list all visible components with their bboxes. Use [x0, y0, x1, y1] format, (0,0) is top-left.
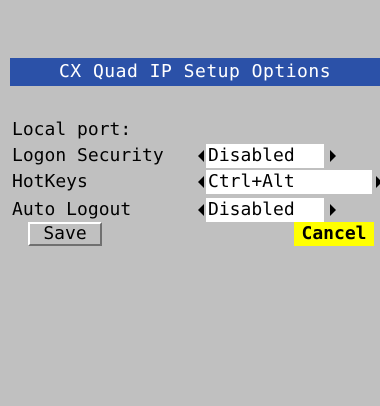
logon-security-left-arrow-icon[interactable] — [198, 150, 204, 162]
logon-security-field[interactable]: Disabled — [206, 144, 324, 168]
logon-security-right-arrow-icon[interactable] — [330, 150, 336, 162]
logon-security-label: Logon Security — [12, 145, 164, 166]
hotkeys-label: HotKeys — [12, 171, 88, 192]
auto-logout-left-arrow-icon[interactable] — [198, 204, 204, 216]
auto-logout-field[interactable]: Disabled — [206, 198, 324, 222]
auto-logout-label: Auto Logout — [12, 199, 132, 220]
cancel-button[interactable]: Cancel — [294, 222, 374, 246]
local-port-label: Local port: — [12, 119, 132, 140]
hotkeys-left-arrow-icon[interactable] — [198, 176, 204, 188]
save-button[interactable]: Save — [28, 222, 102, 246]
hotkeys-field[interactable]: Ctrl+Alt — [206, 170, 372, 194]
hotkeys-right-arrow-icon[interactable] — [376, 176, 380, 188]
window-title: CX Quad IP Setup Options — [10, 58, 380, 86]
auto-logout-right-arrow-icon[interactable] — [330, 204, 336, 216]
